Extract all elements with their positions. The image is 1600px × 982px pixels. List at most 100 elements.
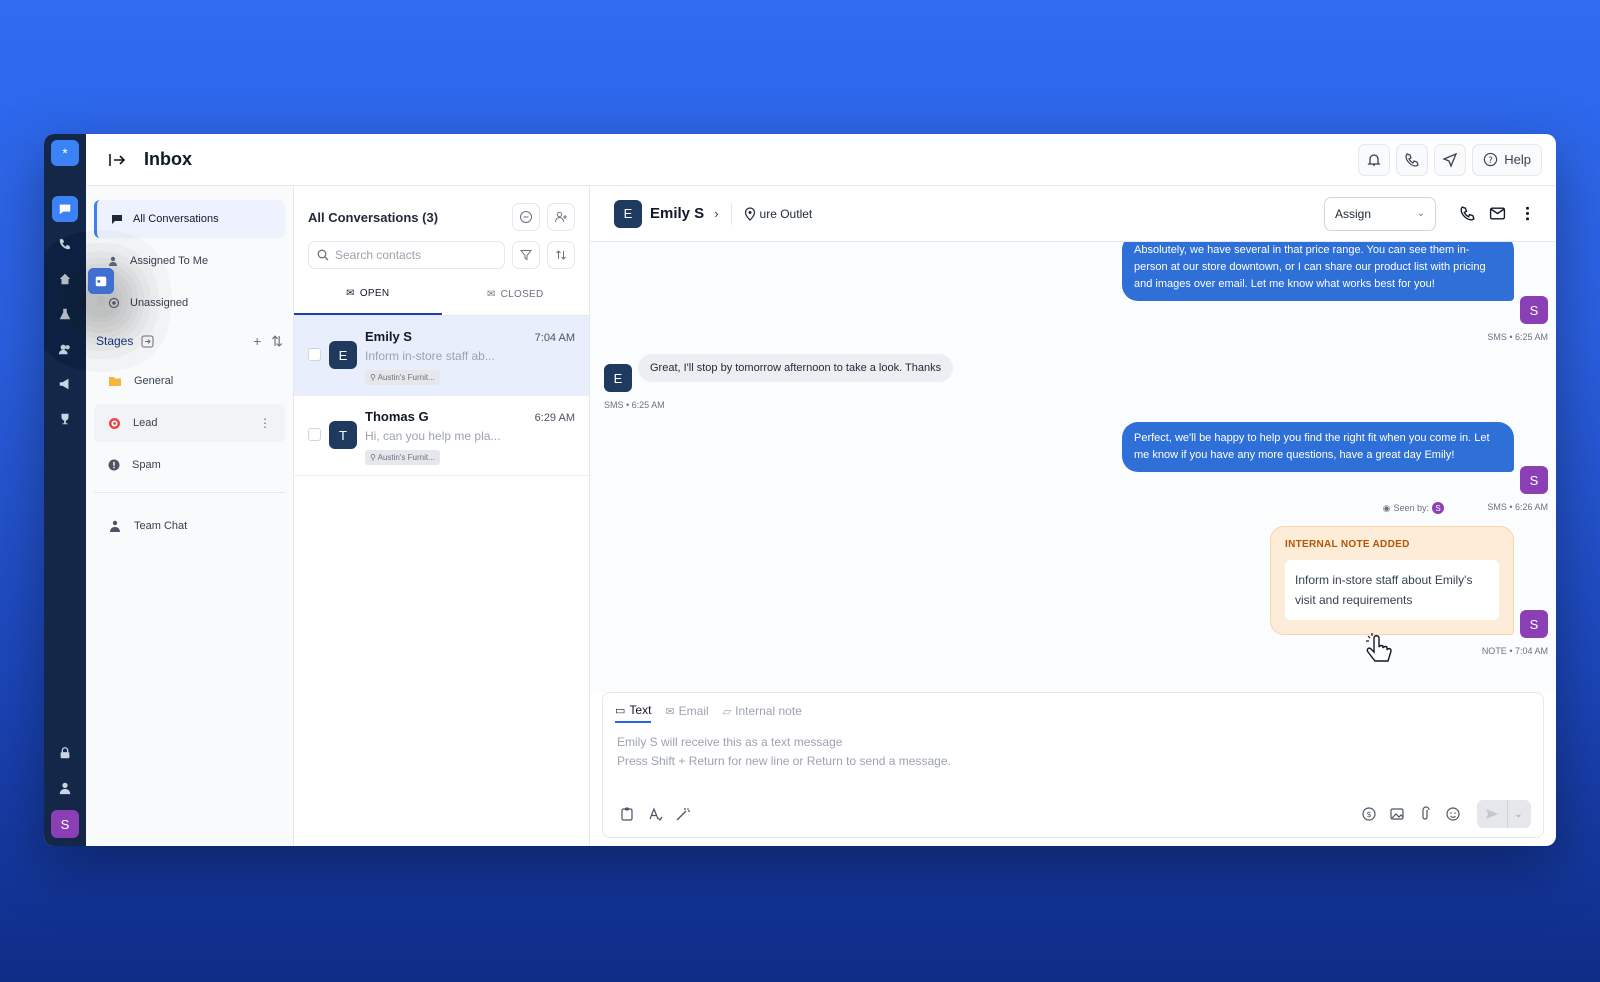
send-message-button[interactable]: ⌄ [1477, 800, 1531, 828]
message-thread: Absolutely, we have several in that pric… [590, 242, 1556, 692]
stage-item-spam[interactable]: Spam [94, 446, 285, 484]
chat-header: E Emily S › ure Outlet Assign ⌄ [590, 186, 1556, 242]
sidebar-item-label: Unassigned [130, 297, 189, 309]
stage-item-general[interactable]: General [94, 362, 285, 400]
stage-export-icon[interactable] [141, 335, 154, 348]
tab-internal-note[interactable]: ▱ Internal note [723, 699, 802, 723]
stage-label: Spam [132, 459, 161, 471]
mail-icon [1489, 207, 1505, 220]
nav-megaphone-icon[interactable] [52, 371, 78, 397]
nav-contacts-icon[interactable] [52, 336, 78, 362]
placeholder-line-1: Emily S will receive this as a text mess… [617, 735, 843, 749]
add-contact-button[interactable] [547, 203, 575, 231]
help-circle-icon: ? [1484, 152, 1498, 167]
user-avatar[interactable]: S [51, 810, 79, 838]
composer-toolbar: $ ⌄ [603, 799, 1543, 837]
tab-text[interactable]: ▭ Text [615, 699, 652, 723]
tab-closed[interactable]: ✉ CLOSED [442, 274, 590, 315]
phone-call-icon [1405, 152, 1419, 167]
location-tag: ⚲ Austin's Furnit... [365, 450, 440, 465]
folder-icon [109, 377, 121, 386]
nav-home-icon[interactable] [52, 266, 78, 292]
conversation-checkbox[interactable] [308, 348, 321, 361]
message-composer: ▭ Text ✉ Email ▱ Internal note Emily S w… [602, 692, 1544, 838]
agent-avatar: S [1520, 610, 1548, 638]
target-icon [109, 417, 120, 429]
sidebar-item-all-conversations[interactable]: All Conversations [94, 200, 285, 238]
emoji-icon[interactable] [1441, 802, 1465, 826]
send-options-chevron-icon[interactable]: ⌄ [1507, 800, 1529, 828]
nav-lab-icon[interactable] [52, 301, 78, 327]
email-button[interactable] [1482, 199, 1512, 229]
sidebar-divider [94, 492, 285, 493]
tab-email[interactable]: ✉ Email [665, 699, 708, 723]
contact-name: Emily S [365, 329, 412, 344]
image-icon[interactable] [1385, 802, 1409, 826]
stage-label: Lead [133, 417, 158, 429]
sidebar-item-label: All Conversations [133, 213, 219, 225]
at-sign-icon [108, 297, 120, 309]
message-meta: SMS • 6:25 AM [1487, 332, 1548, 342]
add-stage-icon[interactable]: + [253, 333, 261, 349]
sidebar-item-unassigned[interactable]: Unassigned [94, 284, 285, 322]
more-options-button[interactable] [1512, 199, 1542, 229]
nav-lock-icon[interactable] [52, 740, 78, 766]
sort-stages-icon[interactable]: ⇅ [271, 333, 283, 350]
internal-note-header: INTERNAL NOTE ADDED [1285, 539, 1410, 550]
notifications-button[interactable] [1358, 143, 1391, 176]
nav-conversations-icon[interactable] [52, 196, 78, 222]
stage-item-lead[interactable]: Lead ⋮ [94, 404, 285, 442]
eye-icon: ◉ [1382, 502, 1391, 513]
assign-dropdown[interactable]: Assign ⌄ [1324, 196, 1436, 231]
nav-trophy-icon[interactable] [52, 406, 78, 432]
tab-email-label: Email [678, 704, 709, 718]
expand-sidebar-icon[interactable] [108, 151, 126, 169]
clipboard-icon[interactable] [615, 802, 639, 826]
sidebar-item-team-chat[interactable]: Team Chat [94, 507, 285, 545]
contact-avatar: E [604, 364, 632, 392]
conversation-checkbox[interactable] [308, 428, 321, 441]
filter-button[interactable] [512, 241, 540, 269]
text-format-icon[interactable] [643, 802, 667, 826]
mail-icon: ✉ [665, 705, 675, 718]
message-input[interactable]: Emily S will receive this as a text mess… [603, 723, 1543, 799]
top-bar: Inbox ? Help [86, 134, 1556, 186]
nav-app-calendar-icon[interactable] [88, 268, 114, 294]
send-button[interactable] [1434, 143, 1467, 176]
search-contacts-input[interactable] [335, 248, 485, 262]
conversation-list-header: All Conversations (3) [294, 196, 589, 238]
incoming-message: Great, I'll stop by tomorrow afternoon t… [638, 354, 954, 382]
page-title: Inbox [144, 149, 192, 169]
tab-open[interactable]: ✉ OPEN [294, 274, 442, 315]
sort-button[interactable] [547, 241, 575, 269]
calls-button[interactable] [1396, 143, 1429, 176]
conversation-item[interactable]: E Emily S 7:04 AM Inform in-store staff … [294, 316, 589, 396]
help-button[interactable]: ? Help [1472, 143, 1542, 176]
nav-phone-icon[interactable] [52, 231, 78, 257]
call-button[interactable] [1452, 199, 1482, 229]
nav-profile-icon[interactable] [52, 775, 78, 801]
team-chat-label: Team Chat [134, 520, 188, 532]
chevron-right-icon[interactable]: › [714, 206, 718, 221]
user-plus-icon [555, 211, 567, 223]
attachment-icon[interactable] [1413, 802, 1437, 826]
conversation-status-tabs: ✉ OPEN ✉ CLOSED [294, 274, 589, 316]
location-tag-label: Austin's Furnit... [377, 373, 435, 382]
inbox-closed-icon: ✉ [486, 289, 496, 300]
contact-avatar: E [614, 199, 642, 228]
stage-label: General [134, 375, 174, 387]
location-tag-label: Austin's Furnit... [377, 453, 435, 462]
sidebar-item-assigned-to-me[interactable]: Assigned To Me [94, 242, 285, 280]
payment-icon[interactable]: $ [1357, 802, 1381, 826]
magic-wand-icon[interactable] [671, 802, 695, 826]
conversation-item[interactable]: T Thomas G 6:29 AM Hi, can you help me p… [294, 396, 589, 476]
contact-name[interactable]: Emily S [650, 205, 704, 222]
app-logo[interactable]: * [51, 140, 79, 166]
more-vertical-icon [1525, 206, 1529, 221]
new-message-button[interactable] [512, 203, 540, 231]
tab-internal-note-label: Internal note [735, 704, 802, 718]
chevron-down-icon: ⌄ [1416, 208, 1425, 219]
stage-menu-icon[interactable]: ⋮ [259, 416, 271, 430]
search-row [294, 238, 589, 272]
inbox-app-window: * $ S Inbox ? Help [44, 134, 1556, 846]
